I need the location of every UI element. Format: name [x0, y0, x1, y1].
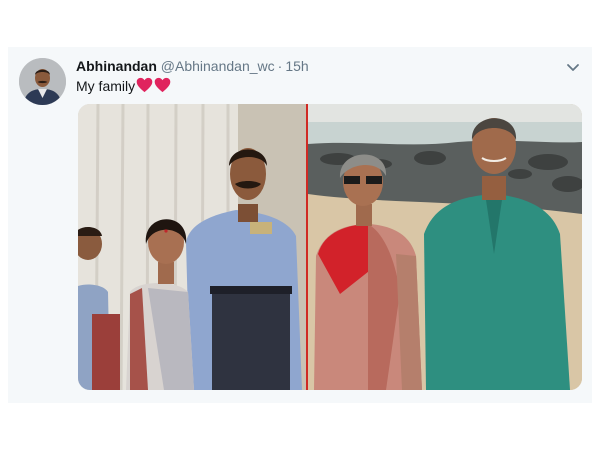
avatar[interactable]	[19, 58, 66, 105]
avatar-image	[19, 58, 66, 105]
emoji-group	[136, 77, 171, 93]
heart-emoji	[136, 77, 153, 93]
header-separator: ·	[277, 58, 283, 74]
chevron-down-icon[interactable]	[565, 59, 581, 75]
photo-divider	[306, 104, 308, 390]
tweet-media[interactable]	[78, 104, 582, 390]
display-name[interactable]: Abhinandan	[76, 58, 157, 74]
tweet-text-content: My family	[76, 78, 136, 94]
tweet-text: My family	[76, 76, 171, 96]
heart-emoji	[154, 77, 171, 93]
tweet-header: Abhinandan @Abhinandan_wc · 15h	[76, 57, 309, 75]
user-handle[interactable]: @Abhinandan_wc	[161, 58, 275, 74]
family-photo-collage	[78, 104, 582, 390]
tweet-timestamp[interactable]: 15h	[285, 58, 308, 74]
tweet-card[interactable]: Abhinandan @Abhinandan_wc · 15h My family	[8, 47, 592, 403]
